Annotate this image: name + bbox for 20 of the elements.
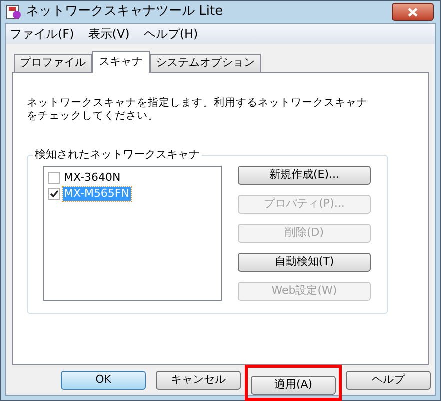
- checkbox[interactable]: [48, 172, 60, 184]
- action-button[interactable]: 新規作成(E)...: [238, 166, 371, 185]
- close-icon: [408, 8, 418, 16]
- tab[interactable]: プロファイル: [14, 54, 92, 72]
- group-title: 検知されたネットワークスキャナ: [33, 148, 202, 162]
- menu-item[interactable]: ファイル(F): [10, 25, 74, 43]
- description-text: ネットワークスキャナを指定します。利用するネットワークスキャナをチェックしてください。: [27, 97, 369, 123]
- menu-item[interactable]: 表示(V): [88, 25, 130, 43]
- tab[interactable]: スキャナ: [92, 51, 150, 73]
- action-button[interactable]: 自動検知(T): [238, 253, 371, 272]
- dialog-button[interactable]: ヘルプ: [346, 371, 431, 390]
- menu-item[interactable]: ヘルプ(H): [144, 25, 198, 43]
- dialog-button[interactable]: 適用(A): [251, 376, 336, 395]
- window-title: ネットワークスキャナツール Lite: [26, 3, 224, 22]
- close-button[interactable]: [392, 3, 434, 21]
- dialog-button[interactable]: キャンセル: [156, 371, 241, 390]
- dialog-button[interactable]: OK: [61, 371, 146, 390]
- checkbox[interactable]: [48, 188, 60, 200]
- scanner-item[interactable]: MX-3640N: [63, 170, 122, 184]
- tab[interactable]: システムオプション: [150, 54, 261, 72]
